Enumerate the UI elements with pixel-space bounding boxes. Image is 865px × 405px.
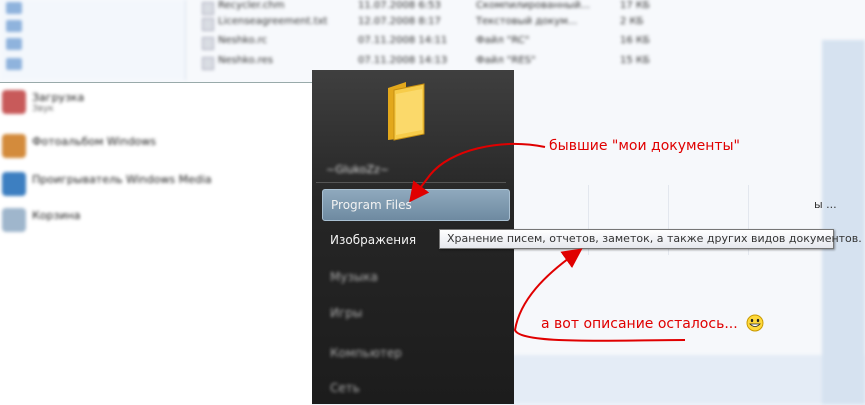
network-label: Сеть [330,381,360,395]
folder-icon [6,58,22,70]
file-type: Файл "RES" [476,55,536,66]
file-size: 17 КБ [620,0,650,11]
file-type: Скомпилированный... [476,0,591,11]
file-size: 2 КБ [620,16,644,27]
navigation-pane [0,0,186,80]
file-row[interactable]: Neshko.res 07.11.2008 14:13 Файл "RES" 1… [190,55,660,70]
file-type: Файл "RC" [476,35,530,46]
program-item[interactable]: Загрузка Звук [0,87,300,117]
program-files-label: Program Files [331,198,412,212]
start-menu-programs: Загрузка Звук Фотоальбом Windows Проигры… [0,82,312,405]
computer-label: Компьютер [330,346,402,360]
file-name: Neshko.res [218,55,273,66]
pictures-label: Изображения [330,233,417,247]
program-item[interactable]: Корзина [0,205,300,235]
divider [316,182,506,183]
recycle-bin-icon [2,208,26,232]
file-name: Licenseagreement.txt [218,16,328,27]
music-label: Музыка [330,270,378,284]
file-size: 15 КБ [620,55,650,66]
scrollbar[interactable] [822,40,865,404]
file-icon [202,2,214,15]
program-icon [2,90,26,114]
file-size: 16 КБ [620,35,650,46]
user-name[interactable]: ~GlukoZz~ [326,163,389,176]
file-type: Текстовый докум... [476,16,578,27]
tooltip-text: Хранение писем, отчетов, заметок, а такж… [447,232,862,245]
file-name: Neshko.rc [218,35,268,46]
file-row[interactable]: Neshko.rc 07.11.2008 14:11 Файл "RC" 16 … [190,35,660,50]
network-item[interactable]: Сеть [322,373,508,403]
file-date: 07.11.2008 14:13 [358,55,448,66]
file-date: 12.07.2008 8:17 [358,16,441,27]
grin-smiley-icon [746,314,764,332]
file-icon [202,18,214,31]
partial-label: ы ... [814,198,837,211]
file-date: 07.11.2008 14:11 [358,35,448,46]
folder-icon [6,20,22,32]
music-item[interactable]: Музыка [322,262,508,292]
program-item[interactable]: Проигрыватель Windows Media [0,169,300,199]
folder-icon [388,82,425,141]
folder-icon [6,2,22,14]
program-files-item[interactable]: Program Files [322,189,510,221]
program-icon [2,134,26,158]
file-row[interactable]: Recycler.chm 11.07.2008 6:53 Скомпилиров… [190,0,660,15]
program-sublabel: Звук [32,104,54,114]
file-icon [202,57,214,70]
details-pane [510,355,865,404]
annotation-description: а вот описание осталось... [541,316,738,332]
file-date: 11.07.2008 6:53 [358,0,441,11]
program-label: Проигрыватель Windows Media [32,173,212,186]
file-row[interactable]: Licenseagreement.txt 12.07.2008 8:17 Тек… [190,16,660,31]
program-item[interactable]: Фотоальбом Windows [0,131,300,161]
computer-item[interactable]: Компьютер [322,338,508,368]
games-item[interactable]: Игры [322,298,508,328]
program-label: Корзина [32,209,81,222]
games-label: Игры [330,306,363,320]
file-icon [202,37,214,50]
annotation-former-docs: бывшие "мои документы" [549,138,740,154]
tooltip: Хранение писем, отчетов, заметок, а такж… [439,229,862,249]
program-label: Загрузка [32,91,85,104]
program-label: Фотоальбом Windows [32,135,157,148]
folder-icon [6,38,22,50]
file-name: Recycler.chm [218,0,285,11]
program-icon [2,172,26,196]
